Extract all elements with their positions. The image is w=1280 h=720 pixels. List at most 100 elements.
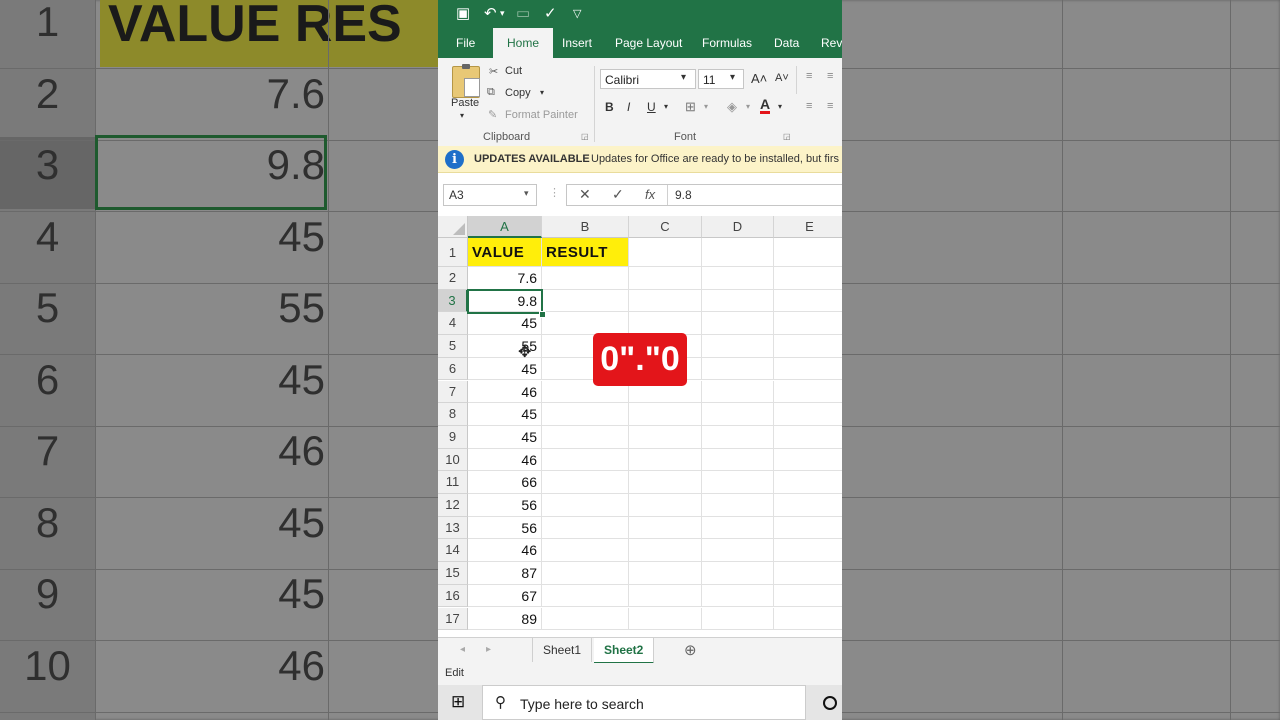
grid-cell[interactable] (629, 471, 702, 494)
value-cell[interactable]: 7.6 (468, 267, 542, 290)
fill-handle[interactable] (539, 311, 546, 318)
grid-cell[interactable] (629, 425, 702, 449)
grid-cell[interactable] (542, 607, 629, 631)
tab-home[interactable]: Home (493, 28, 554, 58)
row-header[interactable]: 11 (438, 471, 468, 494)
row-header[interactable]: 13 (438, 516, 468, 540)
row-header[interactable]: 12 (438, 494, 468, 517)
copy-dropdown-icon[interactable]: ▾ (540, 88, 544, 97)
open-icon[interactable]: ▭ (516, 4, 530, 22)
grid-cell[interactable] (629, 562, 702, 585)
grid-cell[interactable] (774, 358, 842, 381)
grid-cell[interactable] (774, 585, 842, 608)
column-header-e[interactable]: E (774, 216, 842, 238)
row-header[interactable]: 1 (438, 238, 468, 267)
grid-cell[interactable] (702, 448, 774, 472)
scroll-right-icon[interactable]: ▸ (486, 644, 491, 655)
header-cell-value[interactable]: VALUE (468, 238, 542, 267)
row-header[interactable]: 2 (438, 267, 468, 290)
value-cell[interactable]: 56 (468, 494, 542, 517)
grid-cell[interactable] (702, 607, 774, 631)
value-cell[interactable]: 87 (468, 562, 542, 585)
row-header[interactable]: 7 (438, 380, 468, 404)
value-cell[interactable]: 45 (468, 312, 542, 336)
grid-cell[interactable] (702, 380, 774, 404)
clipboard-launcher-icon[interactable]: ◲ (581, 132, 589, 141)
row-header[interactable]: 3 (438, 289, 468, 313)
scroll-left-icon[interactable]: ◂ (460, 644, 465, 655)
column-header-c[interactable]: C (629, 216, 702, 238)
grid-cell[interactable] (629, 494, 702, 517)
enter-icon[interactable]: ✓ (612, 186, 624, 203)
fill-color-icon[interactable]: ◈ (727, 99, 737, 115)
grid-cell[interactable] (702, 357, 774, 381)
grid-cell[interactable] (774, 403, 842, 426)
shrink-font-icon[interactable]: A˅ (775, 72, 789, 84)
grid-cell[interactable] (774, 312, 842, 336)
row-header[interactable]: 17 (438, 607, 468, 631)
undo-dropdown-icon[interactable]: ▾ (500, 8, 505, 19)
header-cell-result[interactable]: RESULT (542, 238, 629, 267)
grid-cell[interactable] (542, 471, 629, 494)
grid-cell[interactable] (702, 312, 774, 336)
formula-input-area[interactable]: ✕ ✓ fx 9.8 (566, 184, 842, 206)
taskbar-search-box[interactable]: ⚲ Type here to search (482, 685, 806, 720)
font-color-icon[interactable]: A (760, 97, 771, 114)
grid-cell[interactable] (702, 335, 774, 358)
column-header-d[interactable]: D (702, 216, 774, 238)
grid-cell[interactable] (774, 539, 842, 563)
value-cell[interactable]: 45 (468, 425, 542, 449)
fill-color-dropdown-icon[interactable]: ▾ (746, 102, 750, 111)
grid-cell[interactable] (702, 494, 774, 517)
row-header[interactable]: 9 (438, 425, 468, 449)
grid-cell[interactable] (702, 471, 774, 494)
align-top-icon[interactable]: ≡ (806, 70, 812, 82)
underline-dropdown-icon[interactable]: ▾ (664, 102, 668, 111)
insert-function-button[interactable]: fx (645, 187, 655, 202)
save-icon[interactable]: ▣ (456, 4, 470, 22)
borders-dropdown-icon[interactable]: ▾ (704, 102, 708, 111)
windows-start-icon[interactable]: ⊞ (451, 692, 465, 712)
tab-data[interactable]: Data (774, 28, 799, 58)
grid-cell[interactable] (702, 425, 774, 449)
paste-button[interactable]: Paste (451, 97, 479, 109)
select-all-corner[interactable] (438, 216, 468, 238)
column-header-a[interactable]: A (468, 216, 542, 238)
grid-cell[interactable] (542, 562, 629, 585)
grid-cell[interactable] (774, 471, 842, 494)
grid-cell[interactable] (542, 584, 629, 608)
align-middle-icon[interactable]: ≡ (827, 70, 833, 82)
grid-cell[interactable] (542, 539, 629, 563)
cortana-icon[interactable] (823, 696, 837, 710)
row-header[interactable]: 4 (438, 312, 468, 336)
grid-cell[interactable] (629, 584, 702, 608)
grid-cell[interactable] (542, 403, 629, 426)
paste-icon[interactable] (452, 64, 480, 98)
grid-cell[interactable] (542, 312, 629, 336)
value-cell[interactable]: 46 (468, 539, 542, 563)
new-sheet-icon[interactable]: ⊕ (684, 641, 697, 659)
grid-cell[interactable] (542, 425, 629, 449)
grid-cell[interactable] (774, 449, 842, 472)
bold-button[interactable]: B (605, 100, 614, 114)
font-size-dropdown-icon[interactable]: ▾ (730, 72, 735, 83)
grid-cell[interactable] (542, 494, 629, 517)
grid-cell[interactable] (629, 238, 702, 267)
grid-cell[interactable] (542, 289, 629, 313)
italic-button[interactable]: I (627, 100, 630, 114)
grid-cell[interactable] (629, 267, 702, 290)
grid-cell[interactable] (702, 539, 774, 563)
grid-cell[interactable] (702, 562, 774, 585)
row-header[interactable]: 8 (438, 403, 468, 426)
grid-cell[interactable] (629, 516, 702, 540)
cut-button[interactable]: Cut (505, 65, 522, 77)
grid-cell[interactable] (774, 267, 842, 290)
row-header[interactable]: 5 (438, 335, 468, 358)
grid-cell[interactable] (629, 312, 702, 336)
tab-page-layout[interactable]: Page Layout (615, 28, 682, 58)
grid-cell[interactable] (702, 516, 774, 540)
sheet-tab-sheet1[interactable]: Sheet1 (532, 638, 593, 662)
grid-cell[interactable] (774, 517, 842, 540)
row-header[interactable]: 16 (438, 584, 468, 608)
grid-cell[interactable] (774, 238, 842, 267)
